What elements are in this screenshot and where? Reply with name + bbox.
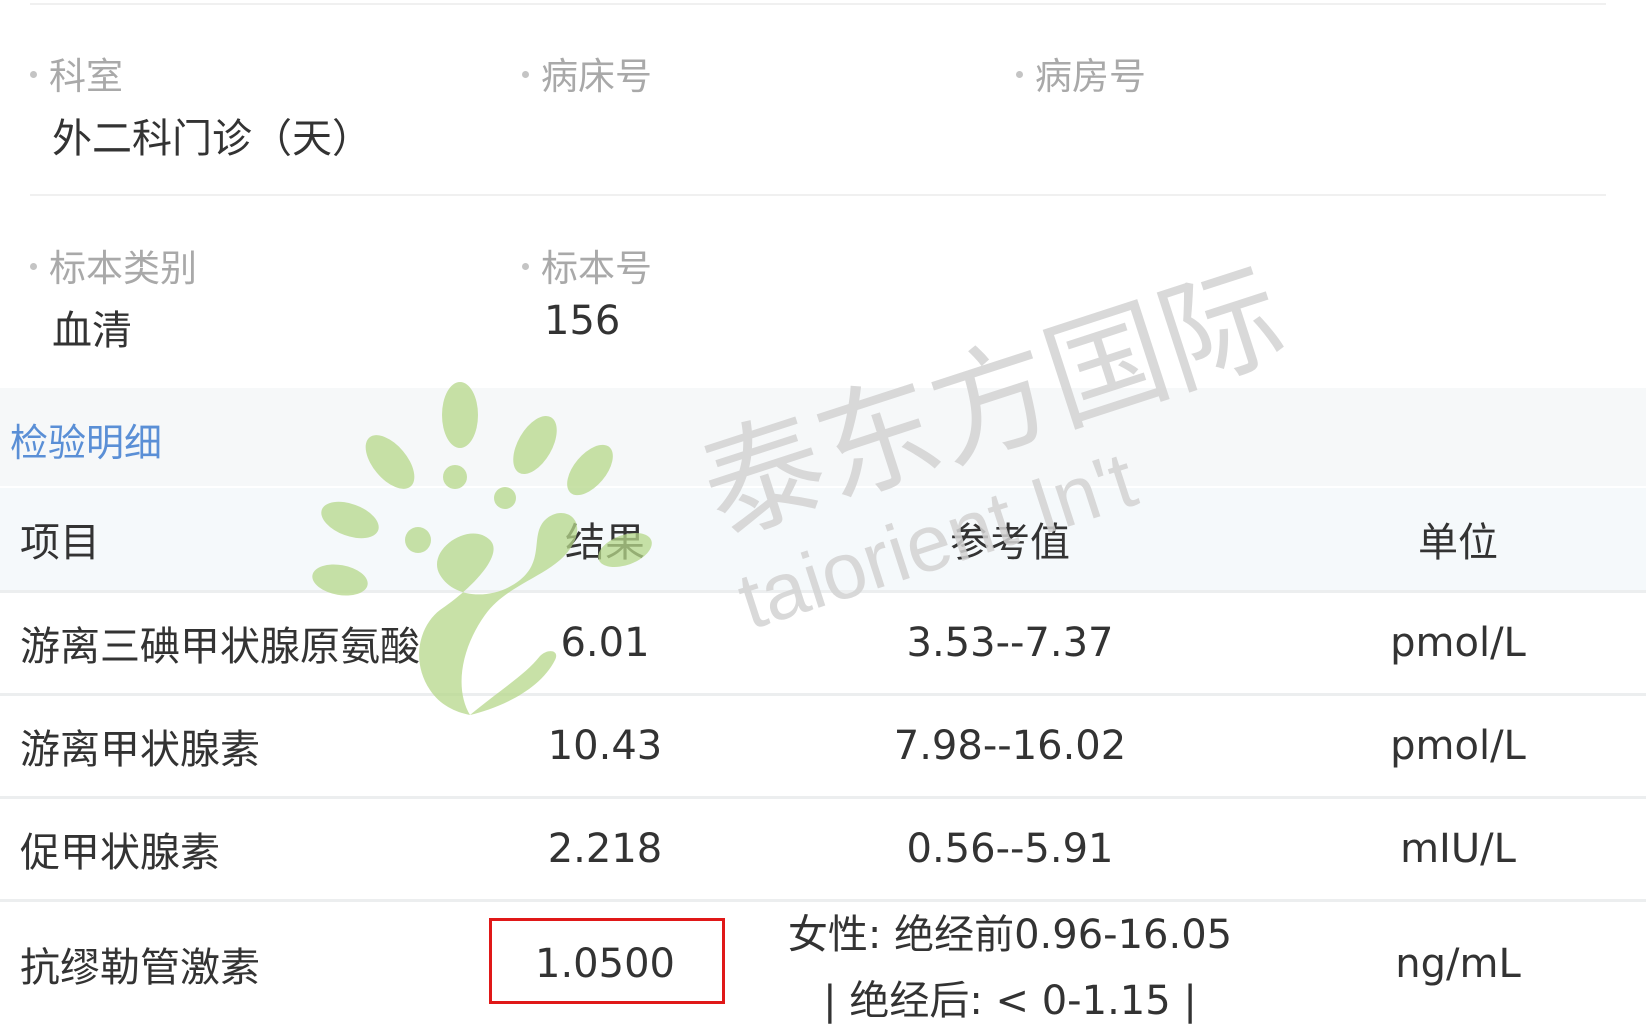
bullet-icon: [1016, 71, 1023, 78]
result-value: 2.218: [460, 798, 750, 901]
reference-range: 7.98--16.02: [750, 695, 1270, 798]
section-title-test-details[interactable]: 检验明细: [10, 412, 162, 467]
specimen-number-label: 标本号: [541, 247, 652, 290]
unit: ng/mL: [1270, 901, 1646, 1026]
reference-range: 0.56--5.91: [750, 798, 1270, 901]
header-result: 结果: [460, 488, 750, 592]
table-row: 游离三碘甲状腺原氨酸 6.01 3.53--7.37 pmol/L: [0, 592, 1646, 695]
result-value: 6.01: [460, 592, 750, 695]
header-item: 项目: [0, 488, 460, 592]
reference-range-line2: | 绝经后: < 0-1.15 |: [750, 968, 1270, 1026]
section-header-bar: [0, 388, 1646, 486]
table-row: 游离甲状腺素 10.43 7.98--16.02 pmol/L: [0, 695, 1646, 798]
bullet-icon: [30, 71, 37, 78]
specimen-number-value: 156: [544, 298, 620, 344]
row-divider: [30, 194, 1606, 196]
unit: pmol/L: [1270, 695, 1646, 798]
bullet-icon: [30, 263, 37, 270]
item-name: 游离三碘甲状腺原氨酸: [0, 592, 460, 695]
reference-range-line1: 女性: 绝经前0.96-16.05: [788, 912, 1232, 958]
department-label: 科室: [49, 55, 123, 98]
item-name: 游离甲状腺素: [0, 695, 460, 798]
highlight-box: [489, 918, 725, 1004]
reference-range: 女性: 绝经前0.96-16.05 | 绝经后: < 0-1.15 |: [750, 901, 1270, 1026]
table-row: 促甲状腺素 2.218 0.56--5.91 mIU/L: [0, 798, 1646, 901]
result-value: 10.43: [460, 695, 750, 798]
table-row: 抗缪勒管激素 1.0500 女性: 绝经前0.96-16.05 | 绝经后: <…: [0, 901, 1646, 1026]
bullet-icon: [522, 263, 529, 270]
department-value: 外二科门诊（天）: [52, 106, 372, 164]
item-name: 抗缪勒管激素: [0, 901, 460, 1026]
unit: pmol/L: [1270, 592, 1646, 695]
top-divider: [30, 3, 1606, 5]
reference-range: 3.53--7.37: [750, 592, 1270, 695]
header-reference: 参考值: [750, 488, 1270, 592]
bed-number-label: 病床号: [541, 55, 652, 98]
info-row-department: 科室 外二科门诊（天） 病床号 病房号: [0, 20, 1646, 190]
unit: mIU/L: [1270, 798, 1646, 901]
results-table: 项目 结果 参考值 单位 游离三碘甲状腺原氨酸 6.01 3.53--7.37 …: [0, 488, 1646, 1026]
specimen-type-label: 标本类别: [49, 247, 197, 290]
info-row-specimen: 标本类别 血清 标本号 156: [0, 212, 1646, 382]
ward-number-label: 病房号: [1035, 55, 1146, 98]
specimen-type-value: 血清: [52, 298, 132, 356]
table-header-row: 项目 结果 参考值 单位: [0, 488, 1646, 592]
item-name: 促甲状腺素: [0, 798, 460, 901]
header-unit: 单位: [1270, 488, 1646, 592]
bullet-icon: [522, 71, 529, 78]
